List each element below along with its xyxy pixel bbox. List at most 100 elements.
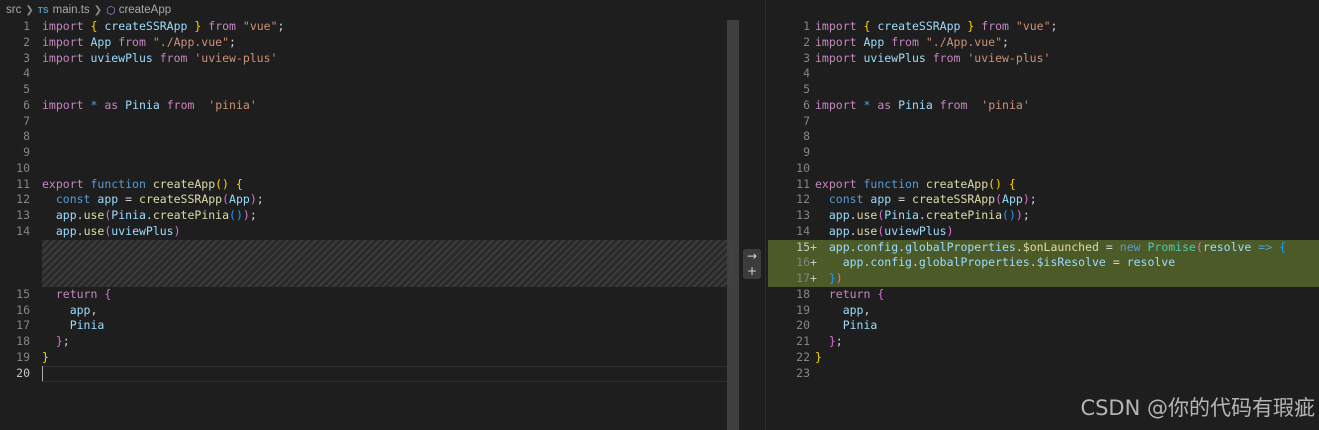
code-token: } xyxy=(828,271,836,285)
line-number: 21 xyxy=(796,334,810,348)
code-text: import uviewPlus from 'uview-plus' xyxy=(815,51,1050,67)
modified-editor-pane[interactable]: 1 import { createSSRApp } from "vue"; 2 imp… xyxy=(768,0,1319,430)
code-line[interactable]: 10 xyxy=(768,161,1319,177)
code-line[interactable]: 6 import * as Pinia from 'pinia' xyxy=(768,98,1319,114)
code-line[interactable]: 19} xyxy=(0,350,740,366)
code-line[interactable]: 1 import { createSSRApp } from "vue"; xyxy=(0,19,740,35)
code-line[interactable]: 16 + app.config.globalProperties.$isResol… xyxy=(768,255,1319,271)
code-line[interactable]: 2 import App from "./App.vue"; xyxy=(0,35,740,51)
code-token: ; xyxy=(62,334,70,348)
code-token: $onLaunched xyxy=(1022,239,1099,254)
code-line[interactable]: 18 return { xyxy=(768,287,1319,303)
code-line[interactable]: 19 app, xyxy=(768,303,1319,319)
code-token: app xyxy=(55,208,77,222)
code-line[interactable]: 5 xyxy=(768,82,1319,98)
revert-change-button[interactable]: → + xyxy=(743,249,761,279)
arrow-right-icon[interactable]: → xyxy=(743,249,761,264)
code-token: uviewPlus xyxy=(90,50,153,65)
code-token: resolve xyxy=(1126,255,1176,270)
code-token: Pinia xyxy=(111,208,146,222)
plus-icon[interactable]: + xyxy=(743,264,761,279)
line-number: 2 xyxy=(23,34,30,49)
code-line[interactable]: 3 import uviewPlus from 'uview-plus' xyxy=(768,51,1319,67)
code-line[interactable]: 5 xyxy=(0,82,740,98)
code-text: app.use(uviewPlus) xyxy=(815,224,954,240)
code-line[interactable]: 13 app.use(Pinia.createPinia()); xyxy=(0,208,740,224)
code-line[interactable]: 14 app.use(uviewPlus) xyxy=(768,224,1319,240)
code-token: as xyxy=(104,97,119,112)
code-line[interactable]: 4 xyxy=(0,66,740,82)
code-token: use xyxy=(856,223,878,238)
code-token: app xyxy=(842,302,864,317)
current-line-highlight xyxy=(42,366,735,382)
code-line[interactable]: 22} xyxy=(768,350,1319,366)
code-line[interactable]: 7 xyxy=(0,114,740,130)
line-number: 1 xyxy=(803,19,810,33)
code-line[interactable]: 16 app, xyxy=(0,303,740,319)
code-token: from xyxy=(932,50,961,65)
line-number: 1 xyxy=(23,19,30,33)
code-line[interactable]: 3 import uviewPlus from 'uview-plus' xyxy=(0,51,740,67)
code-line[interactable]: 18 }; xyxy=(0,334,740,350)
code-line[interactable]: 15 + app.config.globalProperties.$onLaunc… xyxy=(768,239,1319,256)
code-text: export function createApp() { xyxy=(815,177,1016,193)
code-token: from xyxy=(166,97,195,112)
code-line[interactable]: 7 xyxy=(768,114,1319,130)
code-token: app xyxy=(842,255,864,270)
code-line[interactable]: 4 xyxy=(768,66,1319,82)
code-line[interactable]: 8 xyxy=(0,129,740,145)
code-line[interactable]: 9 xyxy=(768,145,1319,161)
code-token: ) xyxy=(249,192,257,207)
code-token: 'pinia' xyxy=(208,97,257,112)
text-cursor xyxy=(42,366,43,381)
code-line[interactable]: 2 import App from "./App.vue"; xyxy=(768,35,1319,51)
code-line[interactable]: 21 }; xyxy=(768,334,1319,350)
code-token: "vue" xyxy=(1015,19,1051,33)
code-text: Pinia xyxy=(815,318,878,334)
code-line[interactable]: 12 const app = createSSRApp(App); xyxy=(768,192,1319,208)
line-number: 14 xyxy=(16,223,30,238)
code-line[interactable]: 1 import { createSSRApp } from "vue"; xyxy=(768,19,1319,35)
code-token: ) xyxy=(242,208,250,222)
line-number: 6 xyxy=(803,97,810,112)
code-token: . xyxy=(1015,239,1023,254)
code-token: from xyxy=(981,19,1009,33)
code-token: createSSRApp xyxy=(104,19,188,33)
line-number: 18 xyxy=(796,286,810,301)
code-token: globalProperties xyxy=(905,239,1016,254)
code-text: import { createSSRApp } from "vue"; xyxy=(42,19,284,35)
code-line[interactable]: 20 Pinia xyxy=(768,318,1319,334)
code-line[interactable]: 11 export function createApp() { xyxy=(768,177,1319,193)
original-editor-pane[interactable]: 1 import { createSSRApp } from "vue"; 2 imp… xyxy=(0,0,740,430)
code-line[interactable]: 11 export function createApp() { xyxy=(0,177,740,193)
code-token: import xyxy=(815,34,857,49)
code-token: Pinia xyxy=(125,97,160,112)
line-number: 20 xyxy=(796,318,810,333)
pane-divider[interactable] xyxy=(765,0,766,430)
diff-gutter xyxy=(739,0,768,430)
code-token: use xyxy=(83,223,105,238)
code-line[interactable]: 13 app.use(Pinia.createPinia()); xyxy=(768,208,1319,224)
code-line[interactable]: 17 Pinia xyxy=(0,318,740,334)
code-line[interactable]: 17 + }) xyxy=(768,271,1319,287)
code-token: ( xyxy=(995,192,1003,207)
code-line[interactable]: 10 xyxy=(0,161,740,177)
code-line[interactable]: 12 const app = createSSRApp(App); xyxy=(0,192,740,208)
modified-code[interactable]: 1 import { createSSRApp } from "vue"; 2 imp… xyxy=(768,19,1319,381)
code-line[interactable]: 9 xyxy=(0,145,740,161)
vertical-scrollbar[interactable] xyxy=(727,20,739,430)
code-line[interactable]: 8 xyxy=(768,129,1319,145)
code-line[interactable]: 23 xyxy=(768,366,1319,382)
code-line[interactable]: 14 app.use(uviewPlus) xyxy=(0,224,740,240)
code-line[interactable]: 15 return { xyxy=(0,287,740,303)
line-number: 16 xyxy=(16,302,30,317)
code-token: globalProperties xyxy=(918,255,1030,270)
code-token: . xyxy=(911,255,919,270)
code-token: . xyxy=(1029,255,1037,270)
code-token: () xyxy=(988,176,1002,191)
code-text: import App from "./App.vue"; xyxy=(42,35,236,51)
line-number: 7 xyxy=(23,113,30,128)
code-line[interactable]: 6 import * as Pinia from 'pinia' xyxy=(0,98,740,114)
code-token: import xyxy=(815,97,857,112)
original-code[interactable]: 1 import { createSSRApp } from "vue"; 2 imp… xyxy=(0,19,740,382)
